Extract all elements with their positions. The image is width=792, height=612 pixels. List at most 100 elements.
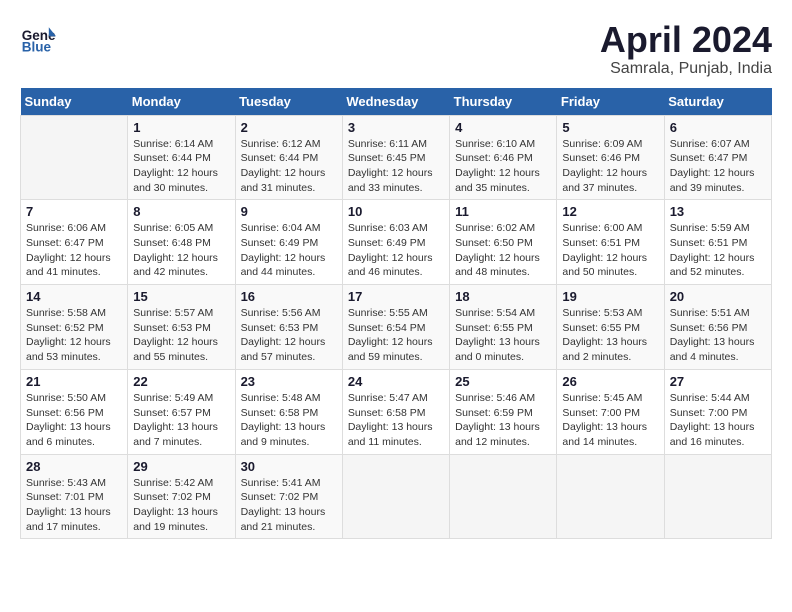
day-number: 18	[455, 289, 551, 304]
week-row-1: 1 Sunrise: 6:14 AMSunset: 6:44 PMDaylight…	[21, 115, 772, 200]
col-saturday: Saturday	[664, 88, 771, 116]
day-info: Sunrise: 6:07 AMSunset: 6:47 PMDaylight:…	[670, 137, 766, 196]
calendar-cell	[450, 454, 557, 539]
day-info: Sunrise: 5:58 AMSunset: 6:52 PMDaylight:…	[26, 306, 122, 365]
calendar-cell: 4 Sunrise: 6:10 AMSunset: 6:46 PMDaylight…	[450, 115, 557, 200]
day-info: Sunrise: 6:02 AMSunset: 6:50 PMDaylight:…	[455, 221, 551, 280]
page-subtitle: Samrala, Punjab, India	[600, 60, 772, 78]
day-info: Sunrise: 5:59 AMSunset: 6:51 PMDaylight:…	[670, 221, 766, 280]
day-info: Sunrise: 6:04 AMSunset: 6:49 PMDaylight:…	[241, 221, 337, 280]
calendar-cell: 25 Sunrise: 5:46 AMSunset: 6:59 PMDayligh…	[450, 369, 557, 454]
day-info: Sunrise: 5:49 AMSunset: 6:57 PMDaylight:…	[133, 391, 229, 450]
day-info: Sunrise: 6:10 AMSunset: 6:46 PMDaylight:…	[455, 137, 551, 196]
day-number: 13	[670, 204, 766, 219]
day-info: Sunrise: 5:50 AMSunset: 6:56 PMDaylight:…	[26, 391, 122, 450]
calendar-cell	[557, 454, 664, 539]
day-number: 3	[348, 120, 444, 135]
calendar-cell: 18 Sunrise: 5:54 AMSunset: 6:55 PMDayligh…	[450, 285, 557, 370]
calendar-cell	[342, 454, 449, 539]
day-info: Sunrise: 6:00 AMSunset: 6:51 PMDaylight:…	[562, 221, 658, 280]
day-number: 24	[348, 374, 444, 389]
calendar-cell: 27Sunrise: 5:44 AMSunset: 7:00 PMDayligh…	[664, 369, 771, 454]
day-number: 15	[133, 289, 229, 304]
calendar-cell: 5Sunrise: 6:09 AMSunset: 6:46 PMDaylight…	[557, 115, 664, 200]
calendar-cell: 21 Sunrise: 5:50 AMSunset: 6:56 PMDayligh…	[21, 369, 128, 454]
day-number: 4	[455, 120, 551, 135]
calendar-cell: 19 Sunrise: 5:53 AMSunset: 6:55 PMDayligh…	[557, 285, 664, 370]
day-number: 12	[562, 204, 658, 219]
calendar-cell: 11 Sunrise: 6:02 AMSunset: 6:50 PMDayligh…	[450, 200, 557, 285]
calendar-cell: 28Sunrise: 5:43 AMSunset: 7:01 PMDayligh…	[21, 454, 128, 539]
day-info: Sunrise: 5:51 AMSunset: 6:56 PMDaylight:…	[670, 306, 766, 365]
week-row-5: 28Sunrise: 5:43 AMSunset: 7:01 PMDayligh…	[21, 454, 772, 539]
col-friday: Friday	[557, 88, 664, 116]
title-area: April 2024 Samrala, Punjab, India	[600, 20, 772, 78]
page-title: April 2024	[600, 20, 772, 60]
day-number: 8	[133, 204, 229, 219]
day-number: 29	[133, 459, 229, 474]
day-info: Sunrise: 5:53 AMSunset: 6:55 PMDaylight:…	[562, 306, 658, 365]
day-info: Sunrise: 5:47 AMSunset: 6:58 PMDaylight:…	[348, 391, 444, 450]
calendar-cell: 2 Sunrise: 6:12 AMSunset: 6:44 PMDaylight…	[235, 115, 342, 200]
calendar-cell: 13 Sunrise: 5:59 AMSunset: 6:51 PMDayligh…	[664, 200, 771, 285]
day-info: Sunrise: 5:44 AMSunset: 7:00 PMDaylight:…	[670, 391, 766, 450]
day-info: Sunrise: 6:06 AMSunset: 6:47 PMDaylight:…	[26, 221, 122, 280]
calendar-cell: 9 Sunrise: 6:04 AMSunset: 6:49 PMDaylight…	[235, 200, 342, 285]
day-info: Sunrise: 5:45 AMSunset: 7:00 PMDaylight:…	[562, 391, 658, 450]
calendar-cell: 15Sunrise: 5:57 AMSunset: 6:53 PMDayligh…	[128, 285, 235, 370]
calendar-cell: 10Sunrise: 6:03 AMSunset: 6:49 PMDayligh…	[342, 200, 449, 285]
day-number: 30	[241, 459, 337, 474]
day-number: 25	[455, 374, 551, 389]
calendar-cell: 3 Sunrise: 6:11 AMSunset: 6:45 PMDaylight…	[342, 115, 449, 200]
day-info: Sunrise: 6:11 AMSunset: 6:45 PMDaylight:…	[348, 137, 444, 196]
calendar-table: Sunday Monday Tuesday Wednesday Thursday…	[20, 88, 772, 540]
day-number: 1	[133, 120, 229, 135]
calendar-cell: 16Sunrise: 5:56 AMSunset: 6:53 PMDayligh…	[235, 285, 342, 370]
calendar-cell: 8 Sunrise: 6:05 AMSunset: 6:48 PMDaylight…	[128, 200, 235, 285]
week-row-3: 14 Sunrise: 5:58 AMSunset: 6:52 PMDayligh…	[21, 285, 772, 370]
week-row-2: 7Sunrise: 6:06 AMSunset: 6:47 PMDaylight…	[21, 200, 772, 285]
week-row-4: 21 Sunrise: 5:50 AMSunset: 6:56 PMDayligh…	[21, 369, 772, 454]
day-number: 22	[133, 374, 229, 389]
calendar-cell: 22 Sunrise: 5:49 AMSunset: 6:57 PMDayligh…	[128, 369, 235, 454]
page-header: General Blue April 2024 Samrala, Punjab,…	[20, 20, 772, 78]
col-thursday: Thursday	[450, 88, 557, 116]
calendar-cell: 29Sunrise: 5:42 AMSunset: 7:02 PMDayligh…	[128, 454, 235, 539]
day-info: Sunrise: 5:56 AMSunset: 6:53 PMDaylight:…	[241, 306, 337, 365]
day-info: Sunrise: 5:48 AMSunset: 6:58 PMDaylight:…	[241, 391, 337, 450]
day-info: Sunrise: 5:46 AMSunset: 6:59 PMDaylight:…	[455, 391, 551, 450]
calendar-cell: 17Sunrise: 5:55 AMSunset: 6:54 PMDayligh…	[342, 285, 449, 370]
day-number: 11	[455, 204, 551, 219]
day-number: 21	[26, 374, 122, 389]
day-info: Sunrise: 5:55 AMSunset: 6:54 PMDaylight:…	[348, 306, 444, 365]
day-info: Sunrise: 6:03 AMSunset: 6:49 PMDaylight:…	[348, 221, 444, 280]
day-info: Sunrise: 6:14 AMSunset: 6:44 PMDaylight:…	[133, 137, 229, 196]
day-number: 28	[26, 459, 122, 474]
day-info: Sunrise: 6:12 AMSunset: 6:44 PMDaylight:…	[241, 137, 337, 196]
day-number: 19	[562, 289, 658, 304]
logo: General Blue	[20, 20, 56, 56]
col-monday: Monday	[128, 88, 235, 116]
day-info: Sunrise: 5:54 AMSunset: 6:55 PMDaylight:…	[455, 306, 551, 365]
calendar-cell: 6Sunrise: 6:07 AMSunset: 6:47 PMDaylight…	[664, 115, 771, 200]
day-number: 2	[241, 120, 337, 135]
calendar-cell: 20Sunrise: 5:51 AMSunset: 6:56 PMDayligh…	[664, 285, 771, 370]
calendar-cell: 14 Sunrise: 5:58 AMSunset: 6:52 PMDayligh…	[21, 285, 128, 370]
day-number: 26	[562, 374, 658, 389]
calendar-header: Sunday Monday Tuesday Wednesday Thursday…	[21, 88, 772, 116]
col-wednesday: Wednesday	[342, 88, 449, 116]
day-number: 14	[26, 289, 122, 304]
calendar-cell: 12 Sunrise: 6:00 AMSunset: 6:51 PMDayligh…	[557, 200, 664, 285]
logo-icon: General Blue	[20, 20, 56, 56]
day-info: Sunrise: 6:09 AMSunset: 6:46 PMDaylight:…	[562, 137, 658, 196]
day-info: Sunrise: 6:05 AMSunset: 6:48 PMDaylight:…	[133, 221, 229, 280]
calendar-cell	[21, 115, 128, 200]
col-tuesday: Tuesday	[235, 88, 342, 116]
col-sunday: Sunday	[21, 88, 128, 116]
calendar-cell: 7Sunrise: 6:06 AMSunset: 6:47 PMDaylight…	[21, 200, 128, 285]
day-info: Sunrise: 5:41 AMSunset: 7:02 PMDaylight:…	[241, 476, 337, 535]
day-number: 9	[241, 204, 337, 219]
calendar-cell	[664, 454, 771, 539]
calendar-cell: 30 Sunrise: 5:41 AMSunset: 7:02 PMDayligh…	[235, 454, 342, 539]
header-row: Sunday Monday Tuesday Wednesday Thursday…	[21, 88, 772, 116]
